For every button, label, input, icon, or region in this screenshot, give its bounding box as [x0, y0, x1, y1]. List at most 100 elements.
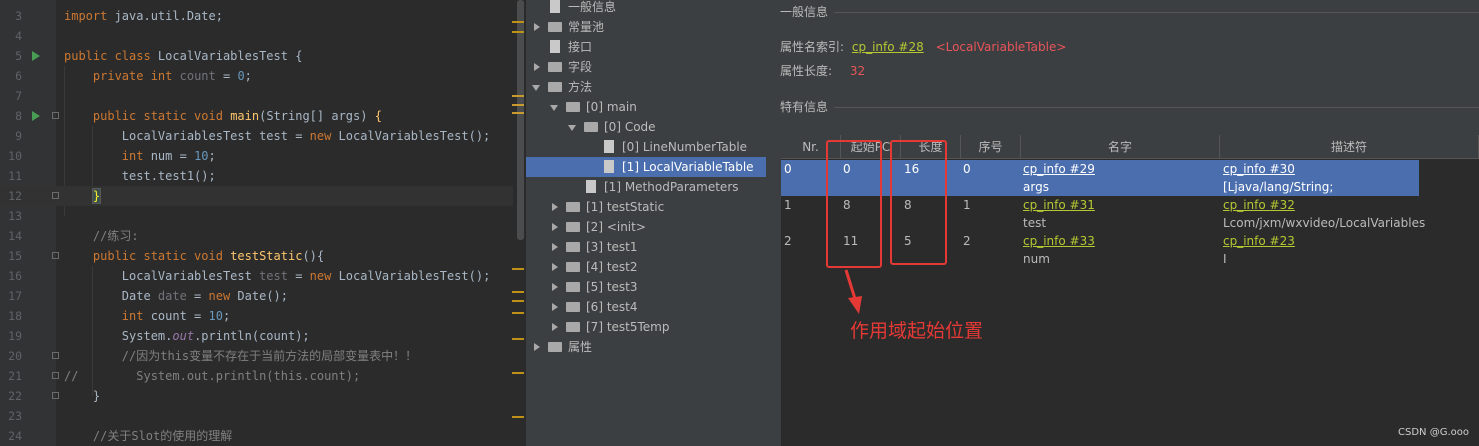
collapse-arrow-right-icon[interactable]: [552, 303, 558, 311]
fold-icon[interactable]: [52, 252, 59, 259]
code-line[interactable]: 20 //因为this变量不存在于当前方法的局部变量表中！！: [0, 346, 526, 366]
collapse-arrow-right-icon[interactable]: [534, 343, 540, 351]
run-icon[interactable]: [32, 51, 40, 61]
tree-node[interactable]: 属性: [530, 337, 762, 357]
fold-icon[interactable]: [52, 192, 59, 199]
code-line[interactable]: 14 //练习:: [0, 226, 526, 246]
tree-node[interactable]: [4] test2: [548, 257, 762, 277]
fold-icon[interactable]: [52, 352, 59, 359]
tree-node[interactable]: 一般信息: [530, 0, 762, 17]
expand-arrow-down-icon[interactable]: [568, 125, 576, 131]
code-line[interactable]: 4: [0, 26, 526, 46]
tree-node-label: 属性: [568, 340, 593, 354]
fold-icon[interactable]: [52, 372, 59, 379]
tree-node[interactable]: [0] Code: [566, 117, 762, 137]
tree-node[interactable]: [5] test3: [548, 277, 762, 297]
expand-arrow-down-icon[interactable]: [532, 85, 540, 91]
code-line[interactable]: 9 LocalVariablesTest test = new LocalVar…: [0, 126, 526, 146]
code-line[interactable]: 3 import java.util.Date;: [0, 6, 526, 26]
code-line[interactable]: 22 }: [0, 386, 526, 406]
code-line[interactable]: 5 public class LocalVariablesTest {: [0, 46, 526, 66]
cell-descriptor: [Ljava/lang/String;: [1223, 180, 1334, 194]
expand-arrow-down-icon[interactable]: [550, 105, 558, 111]
cell-name-link[interactable]: cp_info #29: [1023, 160, 1095, 178]
column-header-name[interactable]: 名字: [1021, 135, 1220, 159]
folder-icon: [566, 322, 580, 332]
annotation-arrow: [844, 269, 862, 314]
tree-node[interactable]: 字段: [530, 57, 762, 77]
tree-node[interactable]: [7] test5Temp: [548, 317, 762, 337]
code-line[interactable]: 15 public static void testStatic(){: [0, 246, 526, 266]
fold-icon[interactable]: [52, 112, 59, 119]
code-line[interactable]: 6 private int count = 0;: [0, 66, 526, 86]
collapse-arrow-right-icon[interactable]: [552, 323, 558, 331]
tree-node[interactable]: [6] test4: [548, 297, 762, 317]
error-stripe-mark[interactable]: [512, 291, 524, 293]
code-line[interactable]: 19 System.out.println(count);: [0, 326, 526, 346]
watermark: CSDN @G.ooo: [1398, 427, 1469, 438]
name-index-link[interactable]: cp_info #28: [852, 40, 924, 54]
fold-icon[interactable]: [52, 392, 59, 399]
cell-index: 1: [963, 198, 971, 212]
code-line[interactable]: 23: [0, 406, 526, 426]
collapse-arrow-right-icon[interactable]: [552, 243, 558, 251]
error-stripe-mark[interactable]: [512, 21, 524, 23]
tree-node[interactable]: 方法: [530, 77, 762, 97]
code-line[interactable]: 24 //关于Slot的使用的理解: [0, 426, 526, 446]
folder-icon: [548, 342, 562, 352]
error-stripe-mark[interactable]: [512, 31, 524, 33]
column-header-descriptor[interactable]: 描述符: [1220, 135, 1479, 159]
collapse-arrow-right-icon[interactable]: [552, 283, 558, 291]
cell-descriptor-link[interactable]: cp_info #30: [1223, 160, 1295, 178]
code-line[interactable]: 8 public static void main(String[] args)…: [0, 106, 526, 126]
error-stripe-mark[interactable]: [512, 300, 524, 302]
line-number: 4: [15, 29, 22, 43]
tree-node[interactable]: [0] LineNumberTable: [584, 137, 762, 157]
code-text: //关于Slot的使用的理解: [92, 429, 233, 443]
tree-node[interactable]: [1] MethodParameters: [566, 177, 762, 197]
cell-descriptor-link[interactable]: cp_info #23: [1223, 232, 1295, 250]
column-header-index[interactable]: 序号: [961, 135, 1021, 159]
error-stripe-mark[interactable]: [512, 112, 524, 114]
tree-node[interactable]: [3] test1: [548, 237, 762, 257]
error-stripe-mark[interactable]: [512, 338, 524, 340]
code-editor[interactable]: 3 import java.util.Date; 4 5 public class Lo…: [0, 0, 526, 446]
error-stripe-mark[interactable]: [512, 312, 524, 314]
error-stripe-mark[interactable]: [512, 95, 524, 97]
code-line[interactable]: 13: [0, 206, 526, 226]
code-line[interactable]: 11 test.test1();: [0, 166, 526, 186]
code-line[interactable]: 17 Date date = new Date();: [0, 286, 526, 306]
editor-scrollbar-thumb[interactable]: [517, 0, 524, 240]
collapse-arrow-right-icon[interactable]: [552, 203, 558, 211]
code-line[interactable]: 12 }: [0, 186, 526, 206]
start-pc-highlight-box: [826, 140, 882, 268]
cell-name-link[interactable]: cp_info #31: [1023, 196, 1095, 214]
tree-node[interactable]: [0] main: [548, 97, 762, 117]
code-line[interactable]: 10 int num = 10;: [0, 146, 526, 166]
code-line[interactable]: 16 LocalVariablesTest test = new LocalVa…: [0, 266, 526, 286]
collapse-arrow-right-icon[interactable]: [534, 63, 540, 71]
cell-descriptor-link[interactable]: cp_info #32: [1223, 196, 1295, 214]
error-stripe-mark[interactable]: [512, 372, 524, 374]
code-text: private int count = 0;: [92, 69, 252, 83]
error-stripe-mark[interactable]: [512, 268, 524, 270]
collapse-arrow-right-icon[interactable]: [552, 263, 558, 271]
code-line[interactable]: 7: [0, 86, 526, 106]
tree-node[interactable]: [1] LocalVariableTable: [526, 157, 766, 177]
tree-node[interactable]: [2] <init>: [548, 217, 762, 237]
tree-node[interactable]: [1] testStatic: [548, 197, 762, 217]
local-variable-table[interactable]: Nr. 起始PC 长度 序号 名字 描述符 0 0 16 0 cp_info #29 ar…: [781, 135, 1479, 446]
class-structure-tree[interactable]: 一般信息 常量池接口字段 方法 [0] main [0] Code [0] LineNum…: [526, 0, 766, 446]
error-stripe-mark[interactable]: [512, 104, 524, 106]
cell-name-link[interactable]: cp_info #33: [1023, 232, 1095, 250]
code-line[interactable]: 18 int count = 10;: [0, 306, 526, 326]
tree-node[interactable]: 接口: [530, 37, 762, 57]
error-stripe-mark[interactable]: [512, 416, 524, 418]
run-icon[interactable]: [32, 111, 40, 121]
code-line[interactable]: 21 // System.out.println(this.count);: [0, 366, 526, 386]
tree-node[interactable]: 常量池: [530, 17, 762, 37]
tree-node-label: 接口: [568, 40, 593, 54]
collapse-arrow-right-icon[interactable]: [552, 223, 558, 231]
length-value: 32: [849, 64, 866, 78]
collapse-arrow-right-icon[interactable]: [534, 23, 540, 31]
